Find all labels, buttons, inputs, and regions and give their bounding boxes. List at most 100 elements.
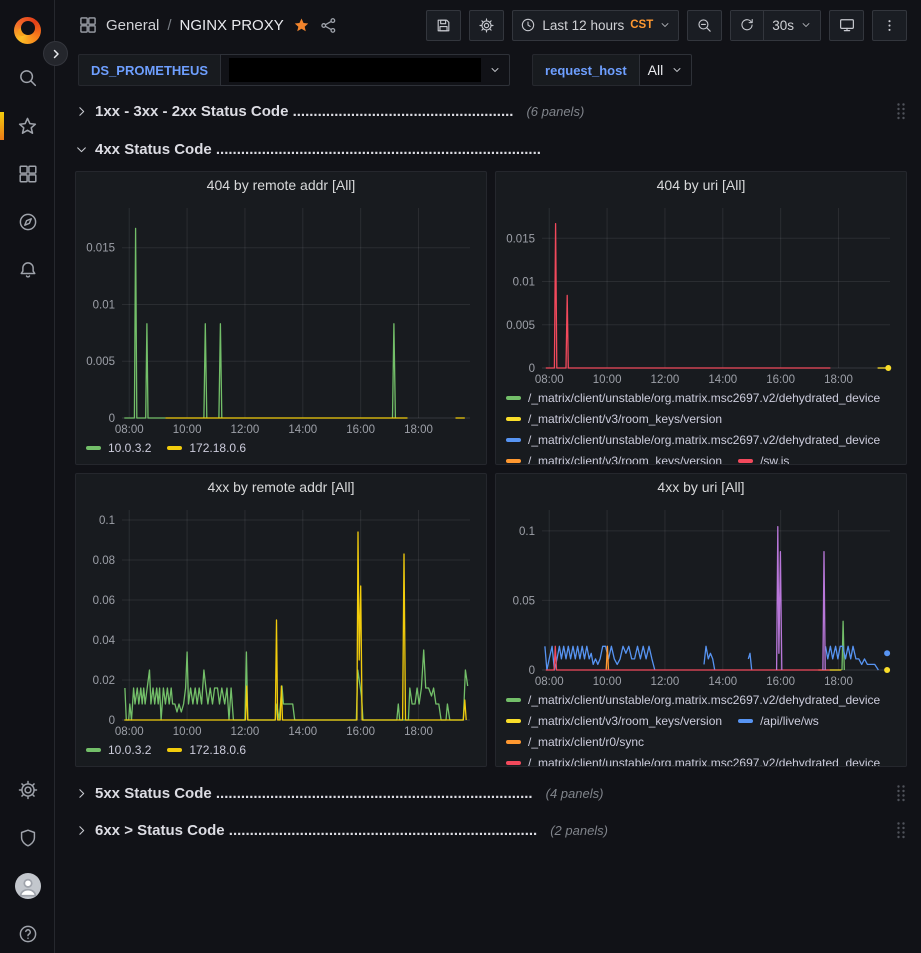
svg-text:0.06: 0.06 [93, 595, 115, 607]
svg-text:12:00: 12:00 [231, 424, 260, 436]
legend-label: /_matrix/client/unstable/org.matrix.msc2… [528, 391, 880, 405]
row-panel-count: (6 panels) [526, 104, 584, 119]
refresh-interval-dropdown[interactable]: 30s [763, 11, 820, 40]
row-title: 4xx Status Code ........................… [95, 141, 541, 158]
dashboards-grid-icon [17, 163, 39, 185]
chevron-right-icon [50, 48, 62, 60]
svg-text:08:00: 08:00 [535, 676, 564, 688]
sidebar-item-help[interactable] [0, 916, 55, 952]
timeseries-chart[interactable]: 00.0050.010.01508:0010:0012:0014:0016:00… [496, 198, 906, 388]
save-dashboard-button[interactable] [426, 10, 461, 41]
sidebar-item-explore[interactable] [0, 204, 55, 240]
svg-text:0.01: 0.01 [93, 299, 115, 311]
timeseries-chart[interactable]: 00.050.108:0010:0012:0014:0016:0018:00 [496, 500, 906, 690]
legend-swatch [738, 459, 753, 463]
legend-item[interactable]: 10.0.3.2 [86, 440, 151, 456]
sidebar-item-search[interactable] [0, 60, 55, 96]
refresh-icon [739, 17, 755, 33]
legend-swatch [86, 446, 101, 450]
legend-item[interactable]: /_matrix/client/unstable/org.matrix.msc2… [506, 390, 880, 406]
svg-text:10:00: 10:00 [593, 676, 622, 688]
breadcrumb-section[interactable]: General [106, 17, 159, 34]
panel-title[interactable]: 4xx by remote addr [All] [76, 474, 486, 500]
legend-item[interactable]: 172.18.0.6 [167, 742, 246, 758]
svg-text:08:00: 08:00 [115, 726, 144, 738]
legend-item[interactable]: /_matrix/client/unstable/org.matrix.msc2… [506, 755, 880, 766]
sidebar-item-starred[interactable] [0, 108, 55, 144]
request-host-value: All [648, 62, 664, 78]
variable-value-ds-prometheus[interactable] [220, 54, 510, 86]
legend-item[interactable]: /_matrix/client/v3/room_keys/version [506, 713, 722, 729]
drag-handle-icon[interactable] [895, 102, 907, 120]
time-range-label: Last 12 hours [542, 18, 624, 33]
svg-text:0.1: 0.1 [519, 526, 535, 538]
svg-text:14:00: 14:00 [288, 424, 317, 436]
clock-icon [520, 17, 536, 33]
panel-title[interactable]: 4xx by uri [All] [496, 474, 906, 500]
legend-label: /_matrix/client/v3/room_keys/version [528, 454, 722, 464]
time-range-picker[interactable]: Last 12 hours CST [512, 10, 679, 41]
refresh-button[interactable] [731, 11, 763, 40]
gear-icon [17, 779, 39, 801]
breadcrumb-separator: / [167, 17, 171, 34]
timeseries-chart[interactable]: 00.020.040.060.080.108:0010:0012:0014:00… [76, 500, 486, 740]
legend-item[interactable]: /_matrix/client/r0/sync [506, 734, 644, 750]
panel-title[interactable]: 404 by uri [All] [496, 172, 906, 198]
sidebar [0, 0, 55, 953]
variable-label-request-host[interactable]: request_host [532, 54, 639, 86]
legend-item[interactable]: /_matrix/client/v3/room_keys/version [506, 411, 722, 427]
sidebar-item-dashboards[interactable] [0, 156, 55, 192]
grafana-logo[interactable] [0, 12, 55, 48]
panel-404-by-remote-addr: 404 by remote addr [All] 00.0050.010.015… [75, 171, 487, 465]
svg-text:0.015: 0.015 [86, 243, 115, 255]
drag-handle-icon[interactable] [895, 821, 907, 839]
panel-title[interactable]: 404 by remote addr [All] [76, 172, 486, 198]
timeseries-chart[interactable]: 00.0050.010.01508:0010:0012:0014:0016:00… [76, 198, 486, 438]
sidebar-item-settings[interactable] [0, 772, 55, 808]
svg-text:12:00: 12:00 [231, 726, 260, 738]
row-header-1xx[interactable]: 1xx - 3xx - 2xx Status Code ............… [75, 97, 907, 125]
legend-item[interactable]: /_matrix/client/unstable/org.matrix.msc2… [506, 432, 880, 448]
row-header-6xx[interactable]: 6xx > Status Code ......................… [75, 816, 907, 844]
chevron-down-icon [75, 143, 88, 156]
variable-label-ds-prometheus[interactable]: DS_PROMETHEUS [78, 54, 220, 86]
legend-label: /_matrix/client/unstable/org.matrix.msc2… [528, 693, 880, 707]
sidebar-expand-button[interactable] [43, 41, 68, 66]
legend-item[interactable]: /sw.js [738, 453, 789, 464]
tv-mode-button[interactable] [829, 10, 864, 41]
chevron-right-icon [75, 824, 88, 837]
sidebar-item-server-admin[interactable] [0, 820, 55, 856]
legend-swatch [167, 446, 182, 450]
legend-item[interactable]: 172.18.0.6 [167, 440, 246, 456]
star-icon [16, 115, 39, 138]
share-icon[interactable] [319, 16, 338, 35]
more-options-button[interactable] [872, 10, 907, 41]
search-icon [17, 67, 39, 89]
sidebar-item-alerting[interactable] [0, 252, 55, 288]
variable-value-request-host[interactable]: All [639, 54, 693, 86]
breadcrumb: General / NGINX PROXY [78, 15, 338, 35]
legend-label: 10.0.3.2 [108, 743, 151, 757]
legend-item[interactable]: /_matrix/client/unstable/org.matrix.msc2… [506, 692, 880, 708]
legend-label: /_matrix/client/r0/sync [528, 735, 644, 749]
legend-label: 10.0.3.2 [108, 441, 151, 455]
dashboard-settings-button[interactable] [469, 10, 504, 41]
row-header-5xx[interactable]: 5xx Status Code ........................… [75, 779, 907, 807]
row-header-4xx[interactable]: 4xx Status Code ........................… [75, 135, 907, 163]
legend-label: 172.18.0.6 [189, 441, 246, 455]
favorite-star-icon[interactable] [292, 16, 311, 35]
chevron-right-icon [75, 105, 88, 118]
panel-404-by-uri: 404 by uri [All] 00.0050.010.01508:0010:… [495, 171, 907, 465]
legend-item[interactable]: 10.0.3.2 [86, 742, 151, 758]
avatar [15, 873, 41, 899]
legend-swatch [506, 719, 521, 723]
dashboard-title[interactable]: NGINX PROXY [180, 17, 284, 34]
drag-handle-icon[interactable] [895, 784, 907, 802]
svg-text:12:00: 12:00 [651, 676, 680, 688]
legend-item[interactable]: /_matrix/client/v3/room_keys/version [506, 453, 722, 464]
dashboard-canvas: 1xx - 3xx - 2xx Status Code ............… [56, 92, 921, 953]
legend-item[interactable]: /api/live/ws [738, 713, 819, 729]
svg-text:0.015: 0.015 [506, 233, 535, 245]
sidebar-item-profile[interactable] [0, 868, 55, 904]
zoom-out-button[interactable] [687, 10, 722, 41]
